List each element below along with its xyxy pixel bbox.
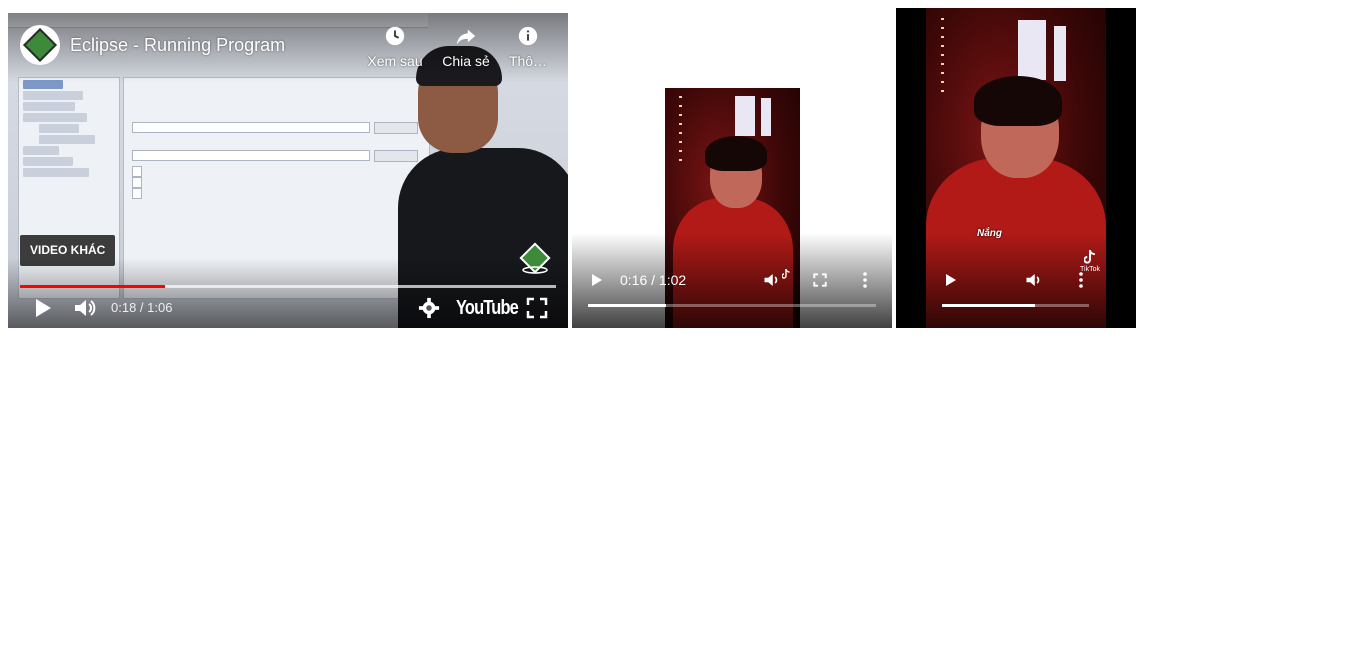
seek-bar[interactable] bbox=[20, 285, 556, 288]
channel-avatar[interactable] bbox=[20, 25, 60, 65]
volume-icon[interactable] bbox=[762, 271, 782, 289]
watch-later-button[interactable]: Xem sau bbox=[360, 25, 430, 69]
seek-bar[interactable] bbox=[588, 304, 876, 307]
seek-bar[interactable] bbox=[942, 304, 1089, 307]
tiktok-logo-icon bbox=[1083, 249, 1095, 264]
more-videos-button[interactable]: VIDEO KHÁC bbox=[20, 235, 116, 266]
info-label: Thô… bbox=[508, 53, 548, 69]
tiktok-logo-icon bbox=[781, 268, 790, 279]
share-icon bbox=[456, 29, 476, 45]
info-icon bbox=[518, 26, 538, 46]
play-icon[interactable] bbox=[944, 273, 958, 287]
channel-watermark-icon[interactable] bbox=[518, 241, 552, 275]
video-player-3[interactable]: Nắng TikTok bbox=[896, 8, 1136, 328]
youtube-player[interactable]: Eclipse - Running Program Xem sau Chia s… bbox=[8, 13, 568, 328]
video-title[interactable]: Eclipse - Running Program bbox=[70, 35, 285, 56]
tiktok-watermark: TikTok bbox=[1080, 249, 1100, 273]
more-options-icon[interactable] bbox=[1078, 272, 1084, 288]
play-icon[interactable] bbox=[590, 273, 604, 287]
video-caption: Nắng bbox=[977, 228, 1002, 239]
watch-later-label: Xem sau bbox=[367, 53, 423, 69]
share-button[interactable]: Chia sẻ bbox=[431, 25, 501, 69]
time-display: 0:18 / 1:06 bbox=[111, 300, 173, 315]
more-options-icon[interactable] bbox=[862, 272, 868, 288]
share-label: Chia sẻ bbox=[442, 53, 490, 69]
time-display: 0:16 / 1:02 bbox=[620, 272, 687, 288]
fullscreen-icon[interactable] bbox=[526, 296, 548, 320]
played-bar bbox=[942, 304, 1035, 307]
tiktok-watermark bbox=[781, 268, 790, 281]
played-bar bbox=[20, 285, 165, 288]
fullscreen-icon[interactable] bbox=[813, 273, 827, 287]
play-icon[interactable] bbox=[32, 296, 54, 320]
played-bar bbox=[588, 304, 666, 307]
volume-icon[interactable] bbox=[1024, 271, 1044, 289]
info-button[interactable]: Thô… bbox=[493, 25, 563, 69]
clock-icon bbox=[385, 26, 405, 46]
video-player-2[interactable]: 0:16 / 1:02 bbox=[572, 13, 892, 328]
settings-gear-icon[interactable] bbox=[418, 296, 440, 320]
volume-icon[interactable] bbox=[72, 296, 98, 320]
youtube-logo[interactable]: YouTube bbox=[456, 297, 519, 320]
